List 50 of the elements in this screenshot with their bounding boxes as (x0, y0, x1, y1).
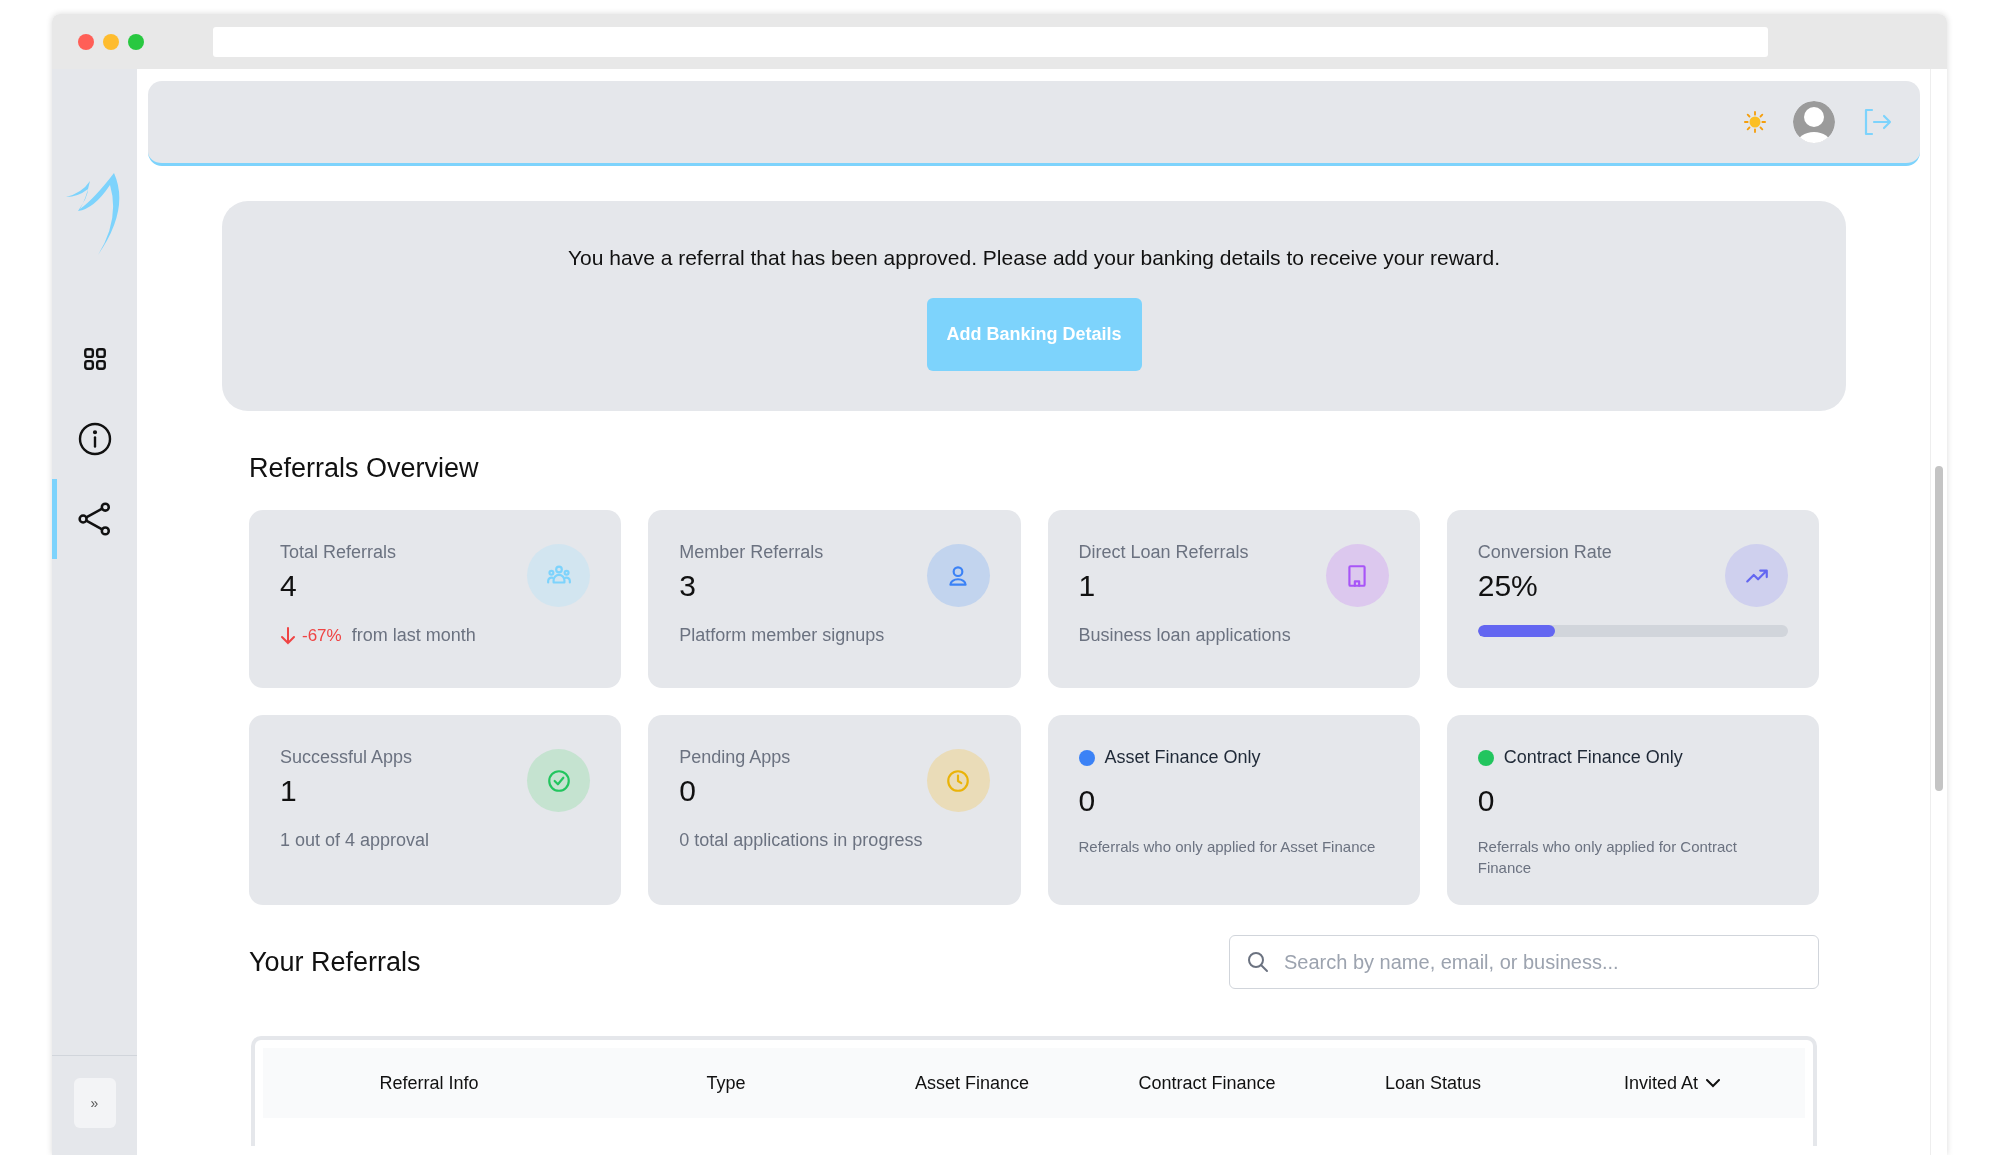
sun-icon[interactable] (1744, 111, 1766, 133)
chevron-down-icon[interactable] (1706, 1078, 1721, 1088)
card-note: 1 out of 4 approval (280, 830, 431, 851)
card-note: Business loan applications (1078, 625, 1292, 646)
avatar-icon[interactable] (1792, 100, 1836, 144)
search-icon (1246, 950, 1270, 974)
card-value: 0 (1477, 784, 1495, 818)
card-value: 1 (1078, 569, 1096, 603)
card-note: Referrals who only applied for Contract Finance (1477, 837, 1739, 878)
change-value: -67% (302, 625, 342, 646)
info-icon (76, 421, 113, 457)
column-header[interactable]: Asset Finance (914, 1072, 1030, 1094)
card-note: Platform member signups (679, 625, 886, 646)
card-value: 4 (280, 569, 297, 603)
close-icon[interactable] (78, 33, 94, 50)
card-note: from last month (351, 625, 476, 646)
column-header[interactable]: Invited At (1623, 1072, 1721, 1094)
column-header[interactable]: Type (706, 1072, 746, 1094)
minimize-icon[interactable] (103, 33, 119, 50)
maximize-icon[interactable] (128, 33, 144, 50)
section-title: Referrals Overview (249, 453, 480, 484)
column-header[interactable]: Contract Finance (1138, 1072, 1276, 1094)
card-label: Member Referrals (679, 542, 824, 563)
search-field[interactable]: Search by name, email, or business... (1282, 949, 1818, 975)
arrow-down-icon (280, 626, 296, 645)
search-bar[interactable]: Search by name, email, or business... (1229, 935, 1819, 989)
card-value: 0 (679, 774, 696, 808)
card-value: 1 (280, 774, 297, 808)
card-label: Total Referrals (280, 542, 397, 563)
logout-icon[interactable] (1862, 108, 1892, 136)
card-value: 0 (1078, 784, 1096, 818)
card-label: Direct Loan Referrals (1078, 542, 1249, 563)
card-note: 0 total applications in progress (679, 830, 924, 851)
column-header[interactable]: Loan Status (1384, 1072, 1482, 1094)
check-circle-icon (545, 767, 572, 794)
notice-message: You have a referral that has been approved. Please add your banking details to receive your reward. (568, 246, 1500, 270)
section-title: Your Referrals (249, 946, 421, 978)
card-value: 3 (679, 569, 696, 603)
expand-sidebar-button[interactable]: » (73, 1078, 116, 1128)
scrollbar-thumb[interactable] (1935, 466, 1943, 791)
card-label: Pending Apps (679, 747, 791, 768)
card-value: 25% (1477, 569, 1538, 603)
dashboard-icon (81, 346, 108, 372)
card-label: Successful Apps (280, 747, 413, 768)
card-note: Referrals who only applied for Asset Finance (1078, 837, 1377, 857)
column-header[interactable]: Referral Info (379, 1072, 479, 1094)
card-label: Contract Finance Only (1503, 747, 1683, 768)
card-label: Asset Finance Only (1104, 747, 1261, 768)
clock-icon (945, 767, 971, 794)
card-label: Conversion Rate (1477, 542, 1612, 563)
